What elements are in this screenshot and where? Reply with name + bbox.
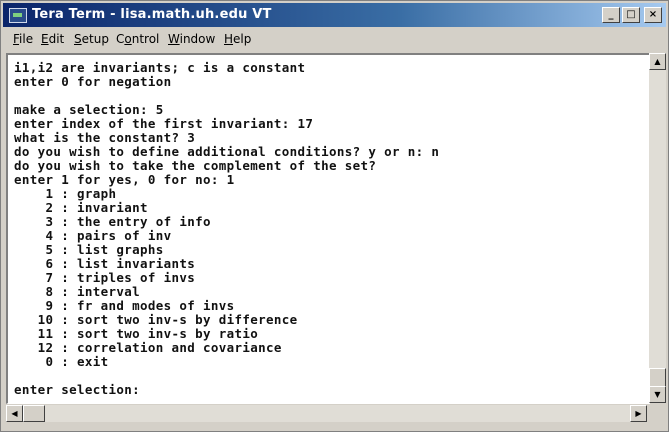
menu-help-label: elp [233, 32, 252, 46]
menu-setup-label: etup [81, 32, 109, 46]
title-bar[interactable]: Tera Term - lisa.math.uh.edu VT _ □ × [3, 3, 666, 27]
vertical-scroll-thumb[interactable] [649, 368, 666, 388]
vertical-scrollbar[interactable]: ▲ ▼ [649, 53, 666, 403]
terminal-line: do you wish to take the complement of th… [14, 158, 377, 173]
terminal-line: 5 : list graphs [14, 242, 164, 257]
menu-window-accel: W [168, 32, 180, 46]
window-controls: _ □ × [602, 7, 662, 23]
terminal-line: 2 : invariant [14, 200, 148, 215]
terminal-line: enter selection: [14, 382, 141, 397]
terminal-line: 12 : correlation and covariance [14, 340, 282, 355]
terminal-line: 8 : interval [14, 284, 141, 299]
window-title: Tera Term - lisa.math.uh.edu VT [32, 7, 272, 22]
menu-setup-accel: S [74, 32, 82, 46]
menu-control[interactable]: Control [116, 32, 159, 46]
menu-setup[interactable]: Setup [74, 32, 109, 46]
terminal-line: 0 : exit [14, 354, 109, 369]
tera-term-window: Tera Term - lisa.math.uh.edu VT _ □ × Fi… [0, 0, 669, 432]
terminal-line: enter 0 for negation [14, 74, 172, 89]
horizontal-scrollbar[interactable]: ◀ ▶ [6, 405, 647, 422]
scroll-right-arrow-icon[interactable]: ▶ [630, 405, 647, 422]
menu-help-accel: H [224, 32, 234, 46]
menu-edit[interactable]: Edit [41, 32, 64, 46]
terminal-line: what is the constant? 3 [14, 130, 196, 145]
terminal-screen[interactable]: i1,i2 are invariants; c is a constant ent… [6, 53, 650, 404]
menu-bar: File Edit Setup Control Window Help [3, 29, 666, 49]
menu-window[interactable]: Window [168, 32, 215, 46]
menu-window-label: indow [179, 32, 216, 46]
scroll-left-arrow-icon[interactable]: ◀ [6, 405, 23, 422]
terminal-line: 3 : the entry of info [14, 214, 211, 229]
terminal-line: enter index of the first invariant: 17 [14, 116, 314, 131]
terminal-line: do you wish to define additional conditi… [14, 144, 440, 159]
menu-control-accel: o [124, 32, 132, 46]
menu-file[interactable]: File [13, 32, 33, 46]
terminal-line: 11 : sort two inv-s by ratio [14, 326, 259, 341]
scroll-down-arrow-icon[interactable]: ▼ [649, 386, 666, 403]
terminal-line: enter 1 for yes, 0 for no: 1 [14, 172, 235, 187]
minimize-button[interactable]: _ [602, 7, 620, 23]
maximize-button[interactable]: □ [622, 7, 640, 23]
terminal-line: 9 : fr and modes of invs [14, 298, 235, 313]
horizontal-scroll-thumb[interactable] [23, 405, 45, 422]
terminal-line: 1 : graph [14, 186, 117, 201]
menu-edit-label: dit [48, 32, 65, 46]
terminal-line: make a selection: 5 [14, 102, 164, 117]
terminal-line: 6 : list invariants [14, 256, 196, 271]
menu-edit-accel: E [41, 32, 49, 46]
menu-file-label: ile [19, 32, 34, 46]
terminal-line: i1,i2 are invariants; c is a constant [14, 60, 306, 75]
menu-help[interactable]: Help [224, 32, 251, 46]
terminal-line: 7 : triples of invs [14, 270, 196, 285]
terminal-line: 4 : pairs of inv [14, 228, 172, 243]
scroll-up-arrow-icon[interactable]: ▲ [649, 53, 666, 70]
tera-term-app-icon[interactable] [9, 8, 27, 23]
close-button[interactable]: × [644, 7, 662, 23]
menu-control-label: ntrol [131, 32, 160, 46]
terminal-line: 10 : sort two inv-s by difference [14, 312, 298, 327]
